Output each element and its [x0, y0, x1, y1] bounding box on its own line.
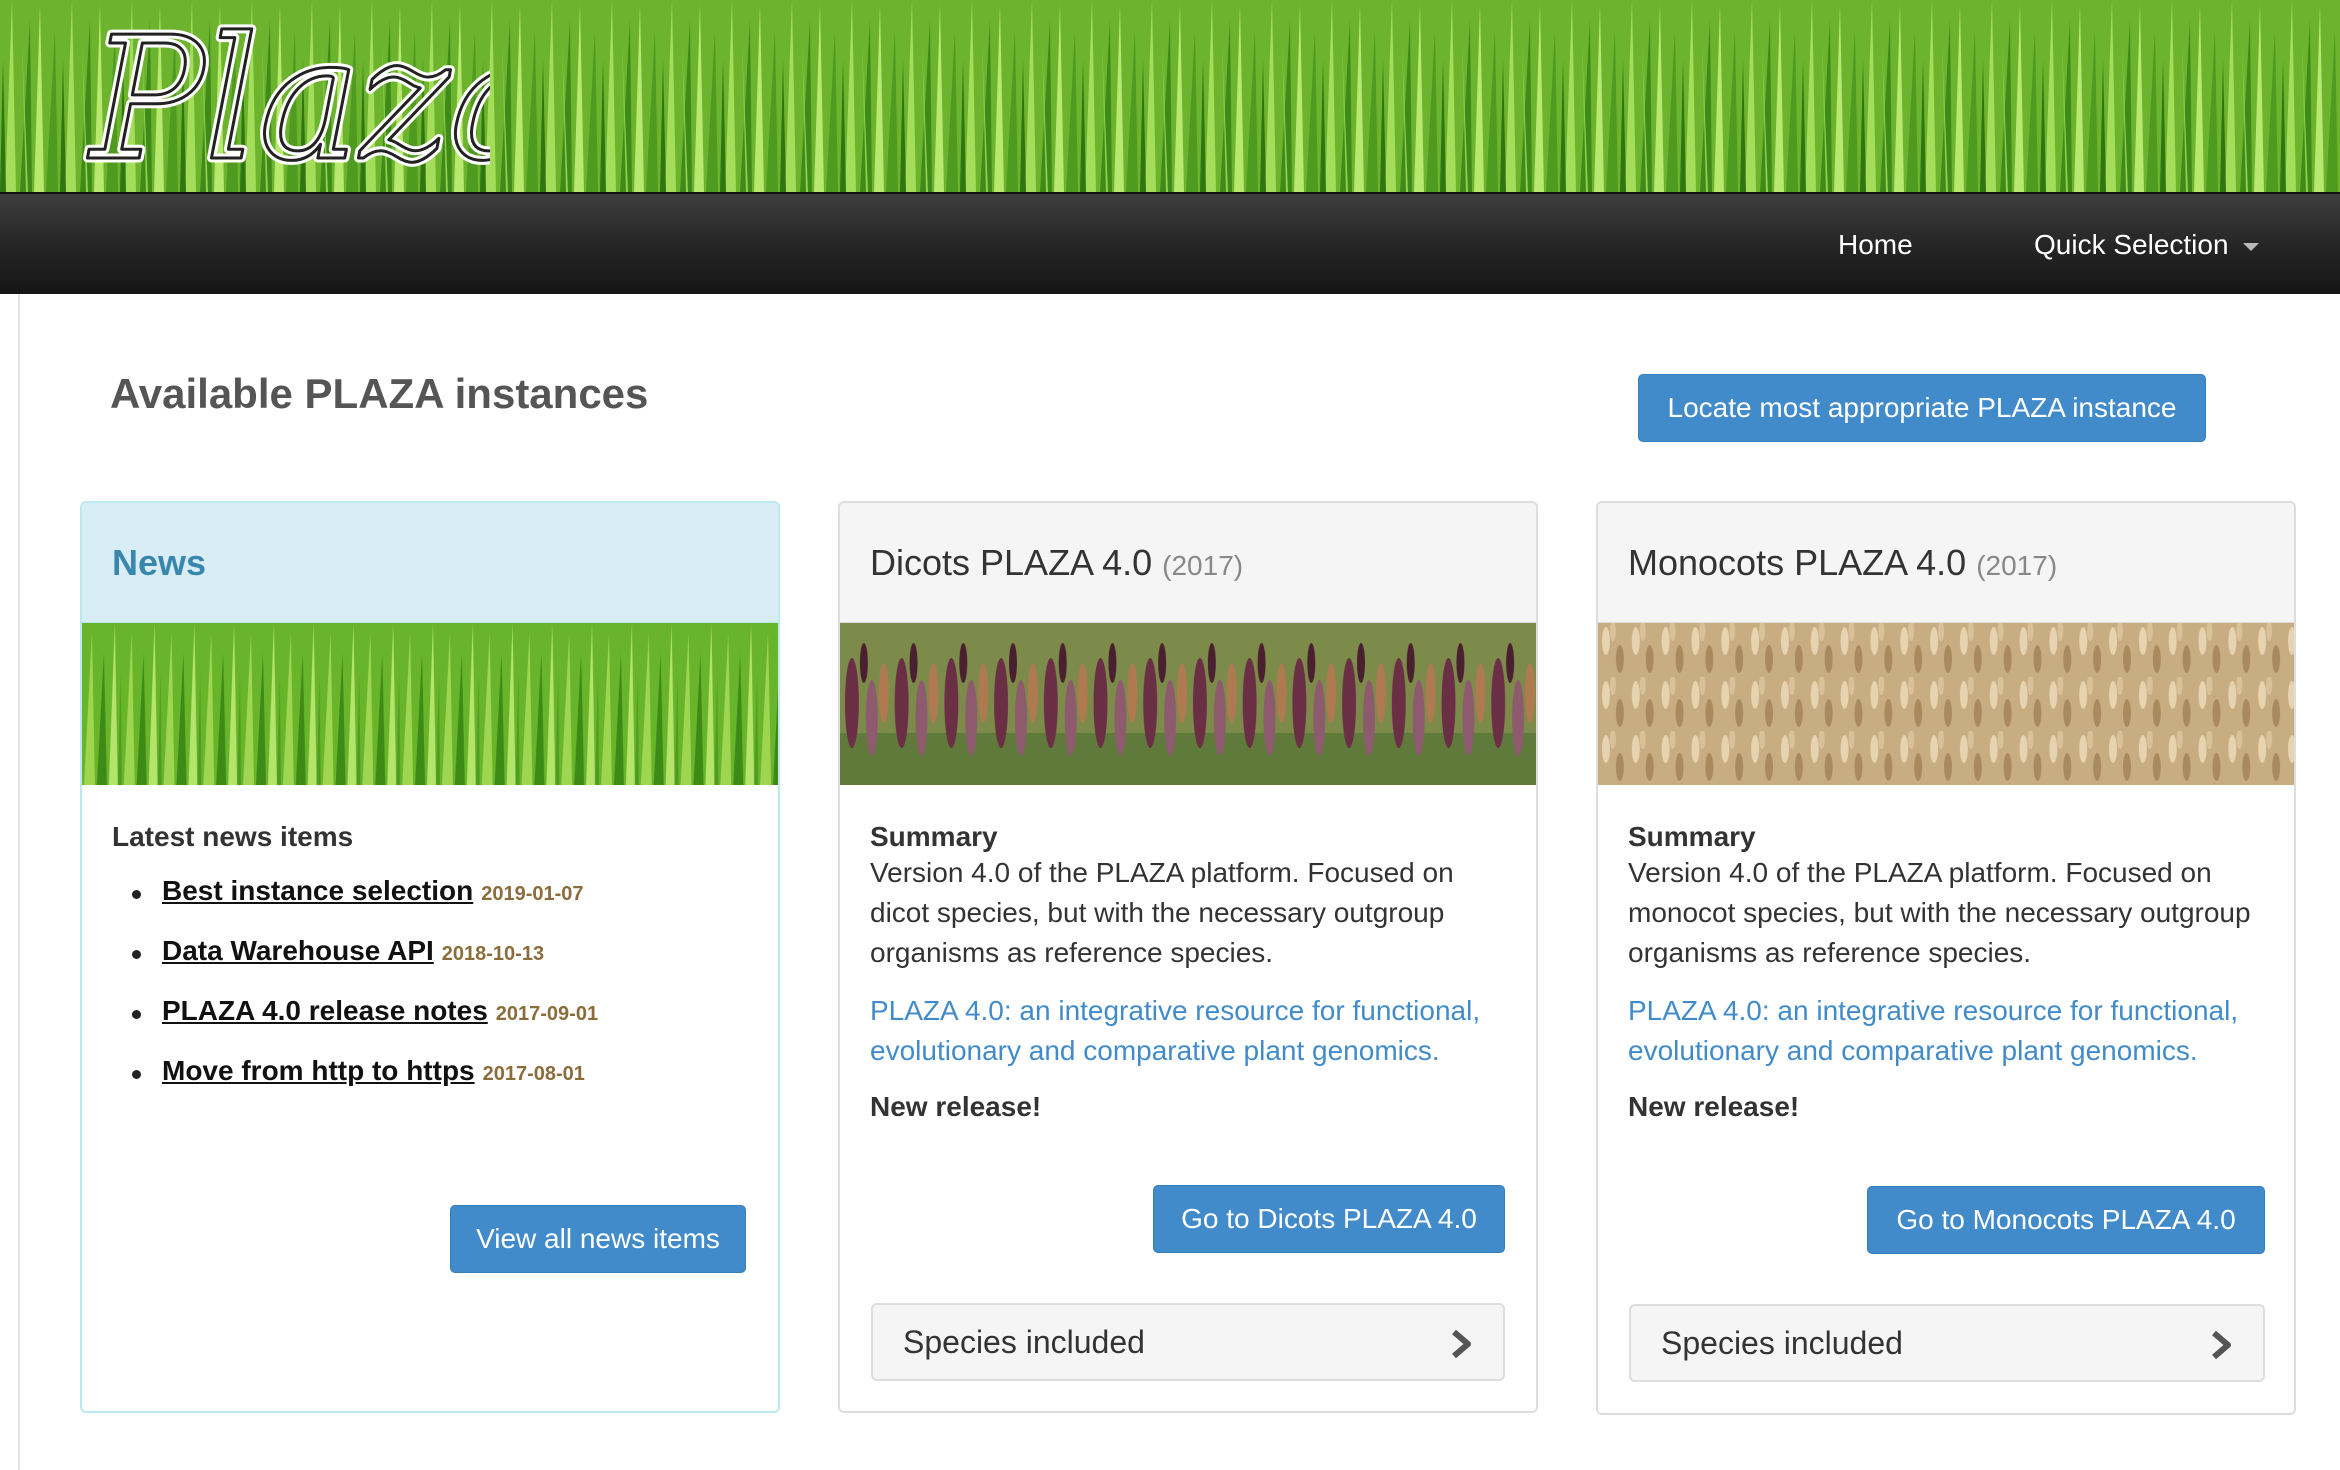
- plaza-logo[interactable]: Plaza Plaza: [70, 8, 491, 258]
- monocots-species-label: Species included: [1661, 1325, 1903, 1361]
- go-to-dicots-button[interactable]: Go to Dicots PLAZA 4.0: [1153, 1185, 1505, 1253]
- monocots-panel-body: Summary Version 4.0 of the PLAZA platfor…: [1628, 821, 2264, 1123]
- monocots-publication-link[interactable]: PLAZA 4.0: an integrative resource for f…: [1628, 991, 2264, 1071]
- view-all-news-button[interactable]: View all news items: [450, 1205, 746, 1273]
- page-title: Available PLAZA instances: [110, 370, 649, 417]
- news-item-date: 2019-01-07: [481, 883, 584, 905]
- dicots-summary-label: Summary: [870, 821, 998, 852]
- monocots-year: (2017): [1976, 550, 2058, 581]
- locate-instance-button[interactable]: Locate most appropriate PLAZA instance: [1638, 374, 2206, 442]
- dicots-summary-text: Version 4.0 of the PLAZA platform. Focus…: [870, 857, 1454, 968]
- latest-news-label: Latest news items: [112, 821, 354, 852]
- news-item: Move from http to https 2017-08-01: [132, 1055, 748, 1093]
- monocots-new-release: New release!: [1628, 1091, 1800, 1122]
- news-item-date: 2018-10-13: [441, 943, 545, 965]
- dicots-publication-link[interactable]: PLAZA 4.0: an integrative resource for f…: [870, 991, 1506, 1071]
- news-item: Best instance selection 2019-01-07: [132, 875, 748, 913]
- go-to-monocots-button[interactable]: Go to Monocots PLAZA 4.0: [1867, 1186, 2265, 1254]
- dicots-species-label: Species included: [903, 1324, 1145, 1360]
- monocots-wheat-image: [1598, 623, 2294, 785]
- nav-home-link[interactable]: Home: [1838, 194, 1913, 296]
- monocots-summary-label: Summary: [1628, 821, 1756, 852]
- dicots-year: (2017): [1162, 550, 1244, 581]
- news-panel-heading: News: [82, 503, 778, 623]
- news-item-link[interactable]: Data Warehouse API: [162, 935, 434, 966]
- news-panel-body: Latest news items Best instance selectio…: [112, 821, 748, 1115]
- dicots-panel-body: Summary Version 4.0 of the PLAZA platfor…: [870, 821, 1506, 1123]
- dicots-panel: Dicots PLAZA 4.0 (2017) Summary Version …: [838, 501, 1538, 1413]
- chevron-right-icon: [1452, 1329, 1471, 1359]
- dicots-panel-heading: Dicots PLAZA 4.0 (2017): [840, 503, 1536, 623]
- news-item-link[interactable]: Best instance selection: [162, 875, 473, 906]
- dicots-species-toggle[interactable]: Species included: [871, 1303, 1505, 1381]
- news-item: PLAZA 4.0 release notes 2017-09-01: [132, 995, 748, 1033]
- monocots-species-toggle[interactable]: Species included: [1629, 1304, 2265, 1382]
- left-divider: [18, 294, 20, 1470]
- news-list: Best instance selection 2019-01-07 Data W…: [112, 875, 748, 1093]
- news-item-date: 2017-09-01: [495, 1003, 599, 1025]
- dicots-field-image: [840, 623, 1536, 785]
- monocots-panel: Monocots PLAZA 4.0 (2017) Summary Versio…: [1596, 501, 2296, 1415]
- monocots-panel-heading: Monocots PLAZA 4.0 (2017): [1598, 503, 2294, 623]
- caret-down-icon: [2242, 242, 2259, 251]
- monocots-summary-text: Version 4.0 of the PLAZA platform. Focus…: [1628, 857, 2251, 968]
- news-grass-image: [82, 623, 778, 785]
- news-item-link[interactable]: PLAZA 4.0 release notes: [162, 995, 488, 1026]
- svg-text:Plaza: Plaza: [87, 8, 490, 199]
- news-item-link[interactable]: Move from http to https: [162, 1055, 475, 1086]
- monocots-title: Monocots PLAZA 4.0: [1628, 542, 1967, 583]
- news-item-date: 2017-08-01: [482, 1063, 585, 1085]
- chevron-right-icon: [2212, 1330, 2231, 1360]
- nav-quick-selection-dropdown[interactable]: Quick Selection: [2034, 194, 2259, 296]
- news-item: Data Warehouse API 2018-10-13: [132, 935, 748, 973]
- dicots-new-release: New release!: [870, 1091, 1042, 1122]
- news-panel: News Latest news items Best instance sel…: [80, 501, 780, 1413]
- nav-quick-selection-label: Quick Selection: [2034, 229, 2229, 260]
- dicots-title: Dicots PLAZA 4.0: [870, 542, 1153, 583]
